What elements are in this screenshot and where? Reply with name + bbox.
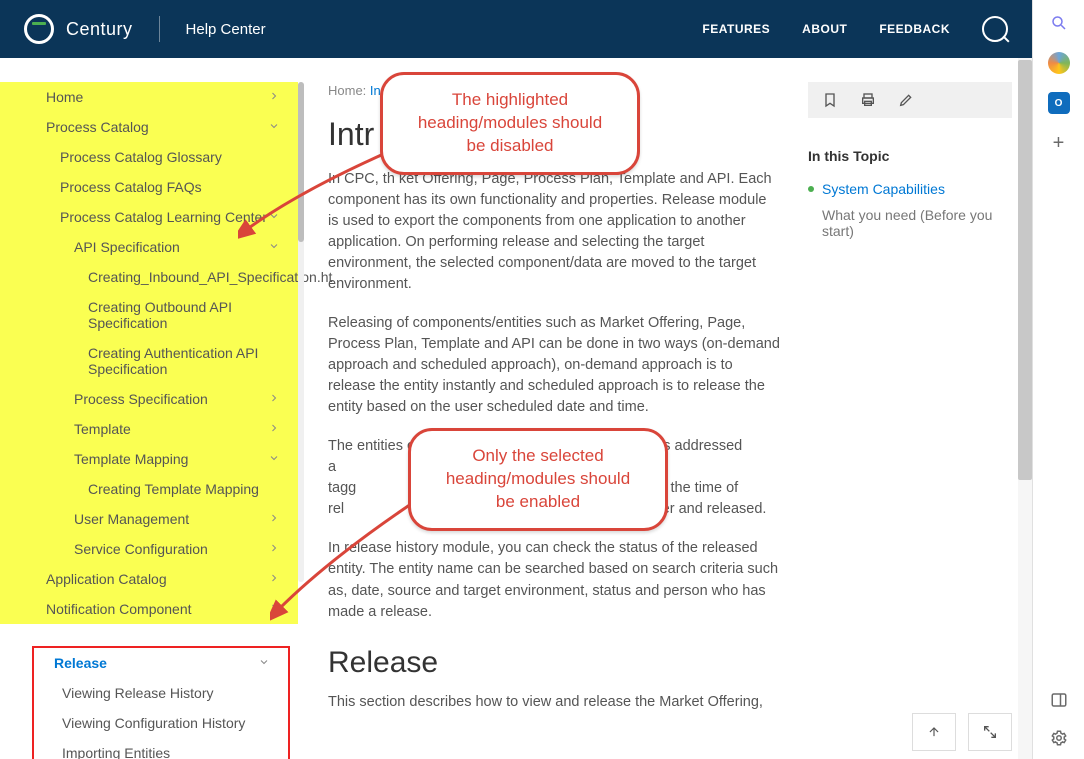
- sidebar-item-label: Creating_Inbound_API_Specification.ht: [88, 269, 332, 285]
- nav-link-about[interactable]: ABOUT: [802, 22, 847, 36]
- chevron-right-icon: [268, 542, 280, 557]
- sidebar-item-label: Template Mapping: [74, 451, 188, 467]
- chevron-right-icon: [268, 572, 280, 587]
- sidebar-item-process-specification[interactable]: Process Specification: [0, 384, 298, 414]
- sidepanel-copilot-icon[interactable]: [1048, 52, 1070, 74]
- sidebar-item-template[interactable]: Template: [0, 414, 298, 444]
- sidebar-item-label: Creating Authentication API Specificatio…: [88, 345, 280, 377]
- right-sidebar: In this Topic System Capabilities What y…: [800, 58, 1032, 759]
- sidebar-item-label: Process Catalog Learning Center: [60, 209, 267, 225]
- chevron-down-icon: [268, 240, 280, 255]
- sidepanel-panel-toggle-icon[interactable]: [1048, 689, 1070, 711]
- sidebar-item-label: Service Configuration: [74, 541, 208, 557]
- chevron-right-icon: [268, 512, 280, 527]
- sidepanel-add-icon[interactable]: +: [1048, 132, 1070, 154]
- chevron-right-icon: [268, 392, 280, 407]
- sidebar-item-creating-outbound-api-specification[interactable]: Creating Outbound API Specification: [0, 292, 298, 338]
- paragraph-1: In CPC, th ket Offering, Page, Process P…: [328, 169, 780, 295]
- paragraph-5: This section describes how to view and r…: [328, 692, 780, 713]
- sidebar-item-label: User Management: [74, 511, 189, 527]
- nav-link-feedback[interactable]: FEEDBACK: [879, 22, 950, 36]
- article-toolbar: [808, 82, 1012, 118]
- brand-logo-icon: [24, 14, 54, 44]
- chevron-down-icon: [268, 452, 280, 467]
- annotation-callout-enabled: Only the selected heading/modules should…: [408, 428, 668, 531]
- brand-subtitle: Help Center: [186, 21, 266, 38]
- sidebar-item-label: Process Catalog FAQs: [60, 179, 202, 195]
- sidebar-item-notification-component[interactable]: Notification Component: [0, 594, 298, 624]
- sidebar-item-label: Creating Template Mapping: [88, 481, 259, 497]
- sidebar-item-process-catalog-glossary[interactable]: Process Catalog Glossary: [0, 142, 298, 172]
- sidebar-item-importing-entities[interactable]: Importing Entities: [34, 738, 288, 759]
- nav-link-features[interactable]: FEATURES: [702, 22, 770, 36]
- sidebar-item-service-configuration[interactable]: Service Configuration: [0, 534, 298, 564]
- sidebar-item-label: Process Catalog Glossary: [60, 149, 222, 165]
- sidebar-item-process-catalog[interactable]: Process Catalog: [0, 112, 298, 142]
- sidebar-item-label: Process Catalog: [46, 119, 149, 135]
- annotation-callout-disabled: The highlighted heading/modules should b…: [380, 72, 640, 175]
- sidebar-item-user-management[interactable]: User Management: [0, 504, 298, 534]
- chevron-down-icon: [258, 656, 270, 671]
- sidebar-item-release[interactable]: Release: [34, 648, 288, 678]
- search-icon[interactable]: [982, 16, 1008, 42]
- sidebar-item-label: Home: [46, 89, 83, 105]
- breadcrumb-prefix: Home:: [328, 83, 366, 98]
- sidepanel-outlook-icon[interactable]: O: [1048, 92, 1070, 114]
- in-this-topic-heading: In this Topic: [808, 148, 1012, 164]
- sidepanel-settings-icon[interactable]: [1048, 727, 1070, 749]
- main-scrollbar-thumb[interactable]: [1018, 60, 1032, 480]
- chevron-down-icon: [268, 120, 280, 135]
- sidebar-item-label: Viewing Configuration History: [62, 715, 245, 731]
- sidebar-item-viewing-configuration-history[interactable]: Viewing Configuration History: [34, 708, 288, 738]
- chevron-down-icon: [268, 210, 280, 225]
- toc-item-system-capabilities[interactable]: System Capabilities: [808, 176, 1012, 202]
- sidebar-item-label: Importing Entities: [62, 745, 170, 759]
- sidebar-item-label: Creating Outbound API Specification: [88, 299, 280, 331]
- sidebar-item-process-catalog-learning-center[interactable]: Process Catalog Learning Center: [0, 202, 298, 232]
- sidebar-item-label: Notification Component: [46, 601, 192, 617]
- sidebar-item-label: Template: [74, 421, 131, 437]
- sidebar-item-process-catalog-faqs[interactable]: Process Catalog FAQs: [0, 172, 298, 202]
- sidebar-item-label: Viewing Release History: [62, 685, 213, 701]
- sidebar-item-label: API Specification: [74, 239, 180, 255]
- brand-separator: [159, 16, 160, 42]
- paragraph-4: In release history module, you can check…: [328, 538, 780, 622]
- chevron-right-icon: [268, 602, 280, 617]
- sidebar-item-api-specification[interactable]: API Specification: [0, 232, 298, 262]
- sidebar-nav: Home Process Catalog Process Catalog Gloss…: [0, 58, 298, 759]
- brand-block: Century Help Center: [24, 14, 266, 44]
- bookmark-icon[interactable]: [822, 92, 838, 108]
- edit-icon[interactable]: [898, 92, 914, 108]
- sidepanel-search-icon[interactable]: [1048, 12, 1070, 34]
- chevron-right-icon: [268, 90, 280, 105]
- browser-side-panel: O +: [1032, 0, 1084, 759]
- sidebar-item-application-catalog[interactable]: Application Catalog: [0, 564, 298, 594]
- expand-fullscreen-button[interactable]: [968, 713, 1012, 751]
- scroll-to-top-button[interactable]: [912, 713, 956, 751]
- top-navbar: Century Help Center FEATURES ABOUT FEEDB…: [0, 0, 1032, 58]
- main-scrollbar[interactable]: [1018, 58, 1032, 759]
- sidebar-item-viewing-release-history[interactable]: Viewing Release History: [34, 678, 288, 708]
- sidebar-item-creating-template-mapping[interactable]: Creating Template Mapping: [0, 474, 298, 504]
- paragraph-2: Releasing of components/entities such as…: [328, 313, 780, 418]
- sidebar-item-label: Release: [54, 655, 107, 671]
- sidebar-item-template-mapping[interactable]: Template Mapping: [0, 444, 298, 474]
- sidebar-item-label: Process Specification: [74, 391, 208, 407]
- chevron-right-icon: [268, 422, 280, 437]
- toc-item-what-you-need[interactable]: What you need (Before you start): [808, 202, 1012, 244]
- sidebar-item-creating-inbound-api-specification-ht[interactable]: Creating_Inbound_API_Specification.ht: [0, 262, 298, 292]
- brand-name: Century: [66, 19, 133, 40]
- sidebar-item-creating-authentication-api-specification[interactable]: Creating Authentication API Specificatio…: [0, 338, 298, 384]
- sidebar-item-label: Application Catalog: [46, 571, 167, 587]
- sidebar-item-home[interactable]: Home: [0, 82, 298, 112]
- print-icon[interactable]: [860, 92, 876, 108]
- section-title-release: Release: [328, 641, 780, 685]
